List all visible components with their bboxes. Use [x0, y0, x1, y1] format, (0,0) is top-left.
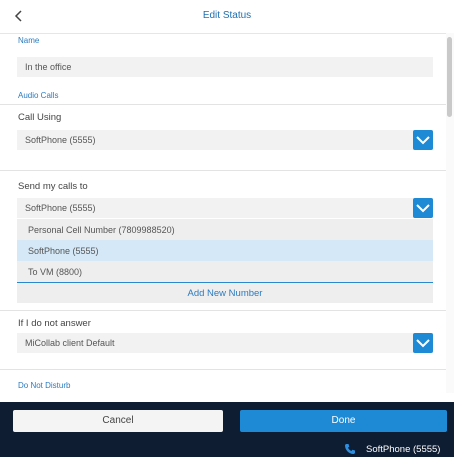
- no-answer-select[interactable]: MiCollab client Default: [17, 333, 433, 353]
- no-answer-label: If I do not answer: [18, 318, 91, 329]
- status-name-field[interactable]: In the office: [17, 57, 433, 77]
- no-answer-dropdown-button[interactable]: [413, 333, 433, 353]
- status-bar-device: SoftPhone (5555): [366, 444, 441, 455]
- done-button[interactable]: Done: [240, 410, 447, 432]
- divider: [0, 369, 446, 370]
- call-using-label: Call Using: [18, 112, 62, 123]
- audio-calls-section-label: Audio Calls: [18, 91, 59, 100]
- phone-icon: [345, 444, 355, 454]
- scrollbar[interactable]: [446, 33, 454, 393]
- add-new-number-button[interactable]: Add New Number: [17, 282, 433, 303]
- do-not-disturb-section-label: Do Not Disturb: [18, 381, 71, 390]
- call-using-select[interactable]: SoftPhone (5555): [17, 130, 433, 150]
- divider: [0, 170, 446, 171]
- send-calls-dropdown-button[interactable]: [413, 198, 433, 218]
- divider: [0, 310, 446, 311]
- send-calls-label: Send my calls to: [18, 181, 88, 192]
- chevron-down-icon: [416, 136, 430, 145]
- header-bar: Edit Status: [0, 0, 454, 34]
- chevron-down-icon: [416, 204, 430, 213]
- name-section-label: Name: [18, 36, 40, 45]
- cancel-button[interactable]: Cancel: [13, 410, 223, 432]
- call-using-dropdown-button[interactable]: [413, 130, 433, 150]
- dropdown-option-voicemail[interactable]: To VM (8800): [17, 261, 433, 282]
- scrollbar-thumb[interactable]: [447, 37, 452, 117]
- send-calls-select[interactable]: SoftPhone (5555): [17, 198, 433, 218]
- chevron-down-icon: [416, 339, 430, 348]
- page-title: Edit Status: [202, 10, 252, 21]
- divider: [0, 104, 446, 105]
- dropdown-option-softphone[interactable]: SoftPhone (5555): [17, 240, 433, 261]
- dropdown-option-cell[interactable]: Personal Cell Number (7809988520): [17, 219, 433, 240]
